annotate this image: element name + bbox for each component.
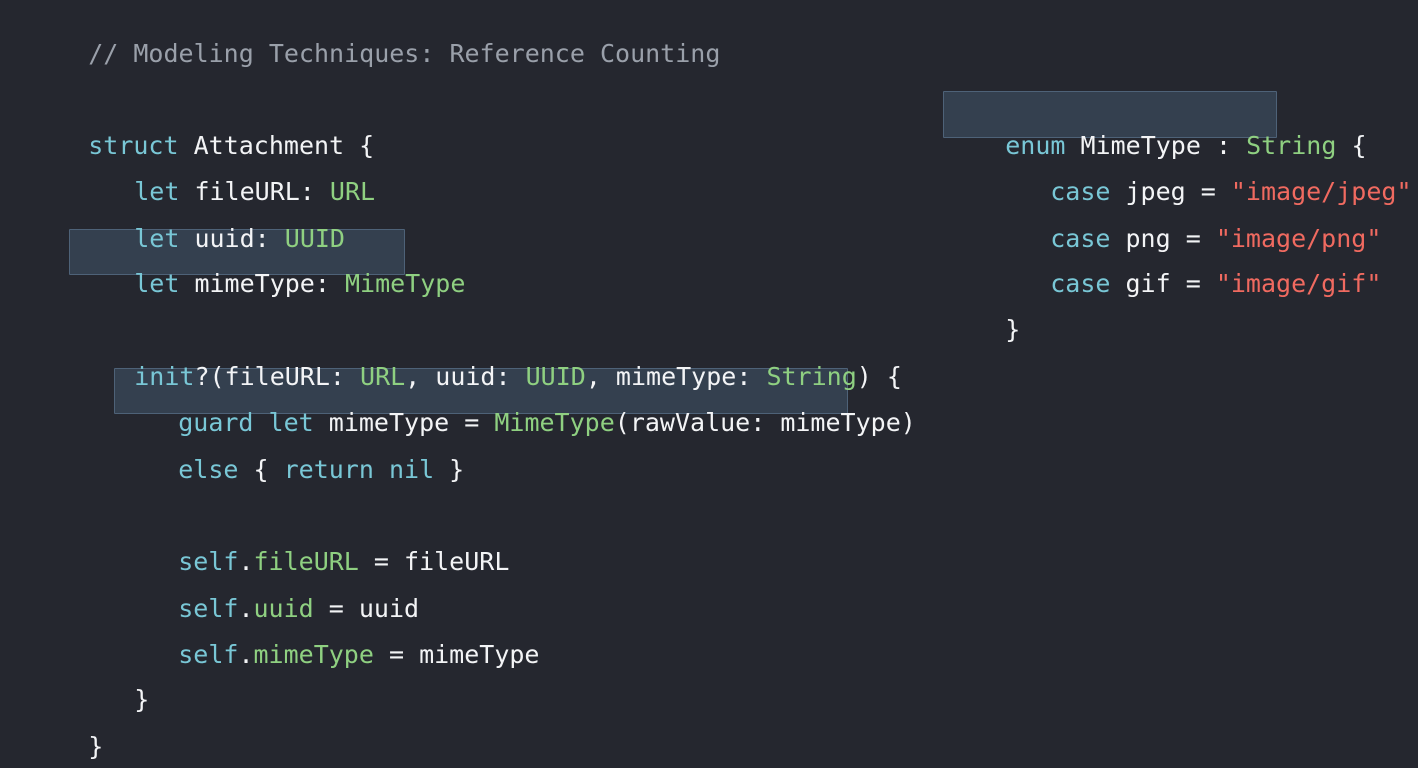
guard-type: MimeType [494,408,615,437]
assignment-value: = mimeType [373,640,540,669]
init-close-brace: } [74,652,149,714]
assignment-uuid: self.uuid = uuid [118,561,419,623]
guard-call-args: (rawValue: mimeType) [614,408,916,437]
property-line-uuid: let uuid: UUID [74,191,345,253]
init-declaration: init?(fileURL: URL, uuid: UUID, mimeType… [74,329,902,391]
else-close-brace: } [434,455,465,484]
else-open-brace: { [238,455,284,484]
assignment-fileurl: self.fileURL = fileURL [118,514,509,576]
property-name: mimeType [194,269,315,298]
enum-case-jpeg: case jpeg = "image/jpeg" [990,144,1411,206]
enum-case-gif: case gif = "image/gif" [990,236,1381,298]
enum-case-png: case png = "image/png" [990,191,1381,253]
property-type: MimeType [344,269,466,298]
self-keyword: self [178,640,239,669]
close-brace: } [1005,315,1021,344]
enum-declaration: enum MimeType : String { [945,98,1366,160]
else-clause: else { return nil } [118,422,464,484]
case-equals: = [1170,269,1216,298]
case-name: gif [1125,269,1171,298]
code-slide: // Modeling Techniques: Reference Counti… [0,0,1418,768]
member-name: mimeType [253,640,374,669]
return-keyword: return [283,455,374,484]
let-keyword: let [134,269,180,298]
type-separator: : [314,269,345,298]
property-line-mimetype: let mimeType: MimeType [74,236,465,298]
assignment-mimetype: self.mimeType = mimeType [118,607,539,669]
enum-close-brace: } [945,282,1020,344]
comment-text: // Modeling Techniques: Reference Counti… [88,39,721,68]
close-brace: } [134,685,150,714]
code-comment: // Modeling Techniques: Reference Counti… [28,6,720,68]
struct-close-brace: } [28,699,103,761]
guard-statement: guard let mimeType = MimeType(rawValue: … [118,375,916,437]
case-raw-value: "image/gif" [1215,269,1382,298]
case-keyword: case [1050,269,1111,298]
member-dot: . [238,640,254,669]
close-brace: } [88,732,104,761]
nil-keyword: nil [388,455,435,484]
else-keyword: else [178,455,239,484]
property-line-fileurl: let fileURL: URL [74,144,375,206]
struct-declaration: struct Attachment { [28,98,374,160]
